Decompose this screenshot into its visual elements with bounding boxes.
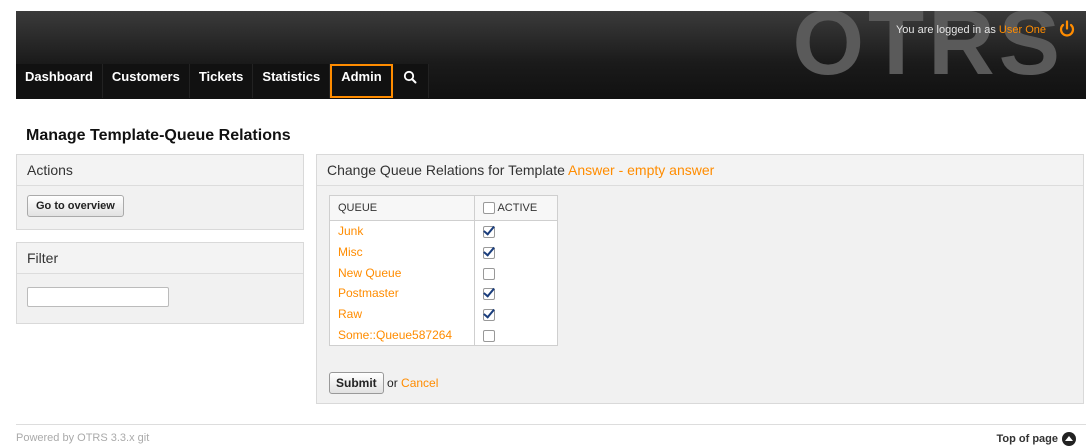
- table-row: New Queue: [329, 262, 558, 284]
- active-checkbox[interactable]: [483, 329, 495, 342]
- active-checkbox[interactable]: [483, 246, 495, 259]
- active-checkbox[interactable]: [483, 308, 495, 321]
- login-prefix: You are logged in as: [895, 24, 996, 36]
- table-row: Junk: [329, 220, 558, 242]
- nav-customers[interactable]: Customers: [103, 64, 190, 98]
- actions-title: Actions: [17, 155, 303, 186]
- top-of-page-label: Top of page: [996, 433, 1058, 445]
- nav-admin[interactable]: Admin: [330, 64, 393, 98]
- queue-name-link[interactable]: New Queue: [329, 262, 475, 284]
- nav-dashboard[interactable]: Dashboard: [16, 64, 103, 98]
- top-of-page-link[interactable]: Top of page: [996, 432, 1076, 446]
- header-prefix: Change Queue Relations for Template: [327, 162, 565, 178]
- filter-title: Filter: [17, 243, 303, 274]
- nav-statistics[interactable]: Statistics: [253, 64, 331, 98]
- template-name-link[interactable]: Answer - empty answer: [568, 162, 714, 178]
- queue-name-link[interactable]: Misc: [329, 241, 475, 263]
- active-cell: [475, 221, 558, 242]
- relations-table: QUEUE ACTIVE Junk Misc New Queue Postmaster…: [329, 195, 558, 347]
- select-all-checkbox[interactable]: [483, 202, 495, 215]
- otrs-logo: OTRS: [792, 11, 1064, 94]
- user-name-link[interactable]: User One: [999, 24, 1046, 36]
- queue-name-link[interactable]: Raw: [329, 303, 475, 325]
- page-title: Manage Template-Queue Relations: [26, 127, 291, 144]
- active-column-header: ACTIVE: [474, 195, 558, 221]
- submit-button[interactable]: Submit: [329, 372, 384, 394]
- table-row: Postmaster: [329, 283, 558, 304]
- queue-name-link[interactable]: Junk: [329, 220, 475, 242]
- table-row: Misc: [329, 241, 558, 263]
- power-icon[interactable]: [1058, 20, 1076, 38]
- login-info: You are logged in as User One: [896, 24, 1046, 36]
- active-checkbox[interactable]: [483, 226, 495, 239]
- active-checkbox[interactable]: [483, 288, 495, 301]
- nav-search[interactable]: [393, 64, 429, 98]
- filter-panel: Filter: [16, 242, 304, 324]
- queue-column-header: QUEUE: [329, 195, 475, 221]
- actions-panel: Actions Go to overview: [16, 154, 304, 230]
- active-cell: [475, 242, 558, 263]
- header-bar: OTRS You are logged in as User One Dashb…: [16, 11, 1086, 99]
- search-icon: [404, 70, 417, 84]
- arrow-up-icon: [1062, 432, 1076, 446]
- active-cell: [475, 262, 558, 283]
- form-actions: Submit or Cancel: [329, 372, 438, 394]
- or-text: or: [387, 376, 398, 390]
- active-cell: [475, 304, 558, 325]
- main-navigation: Dashboard Customers Tickets Statistics A…: [16, 64, 429, 98]
- go-to-overview-button[interactable]: Go to overview: [27, 195, 124, 217]
- nav-tickets[interactable]: Tickets: [190, 64, 254, 98]
- table-row: Raw: [329, 303, 558, 325]
- cancel-link[interactable]: Cancel: [401, 376, 438, 390]
- queue-name-link[interactable]: Postmaster: [329, 283, 475, 304]
- active-cell: [475, 324, 558, 345]
- active-checkbox[interactable]: [483, 267, 495, 280]
- queue-relations-title: Change Queue Relations for Template Answ…: [317, 155, 1083, 186]
- footer-divider: [16, 424, 1086, 425]
- queue-name-link[interactable]: Some::Queue587264: [329, 324, 475, 346]
- active-cell: [475, 283, 558, 304]
- table-row: Some::Queue587264: [329, 324, 558, 346]
- table-header-row: QUEUE ACTIVE: [329, 195, 558, 221]
- powered-by: Powered by OTRS 3.3.x git: [16, 432, 150, 444]
- filter-input[interactable]: [27, 287, 169, 307]
- queue-relations-panel: Change Queue Relations for Template Answ…: [316, 154, 1084, 404]
- active-column-label: ACTIVE: [497, 201, 538, 214]
